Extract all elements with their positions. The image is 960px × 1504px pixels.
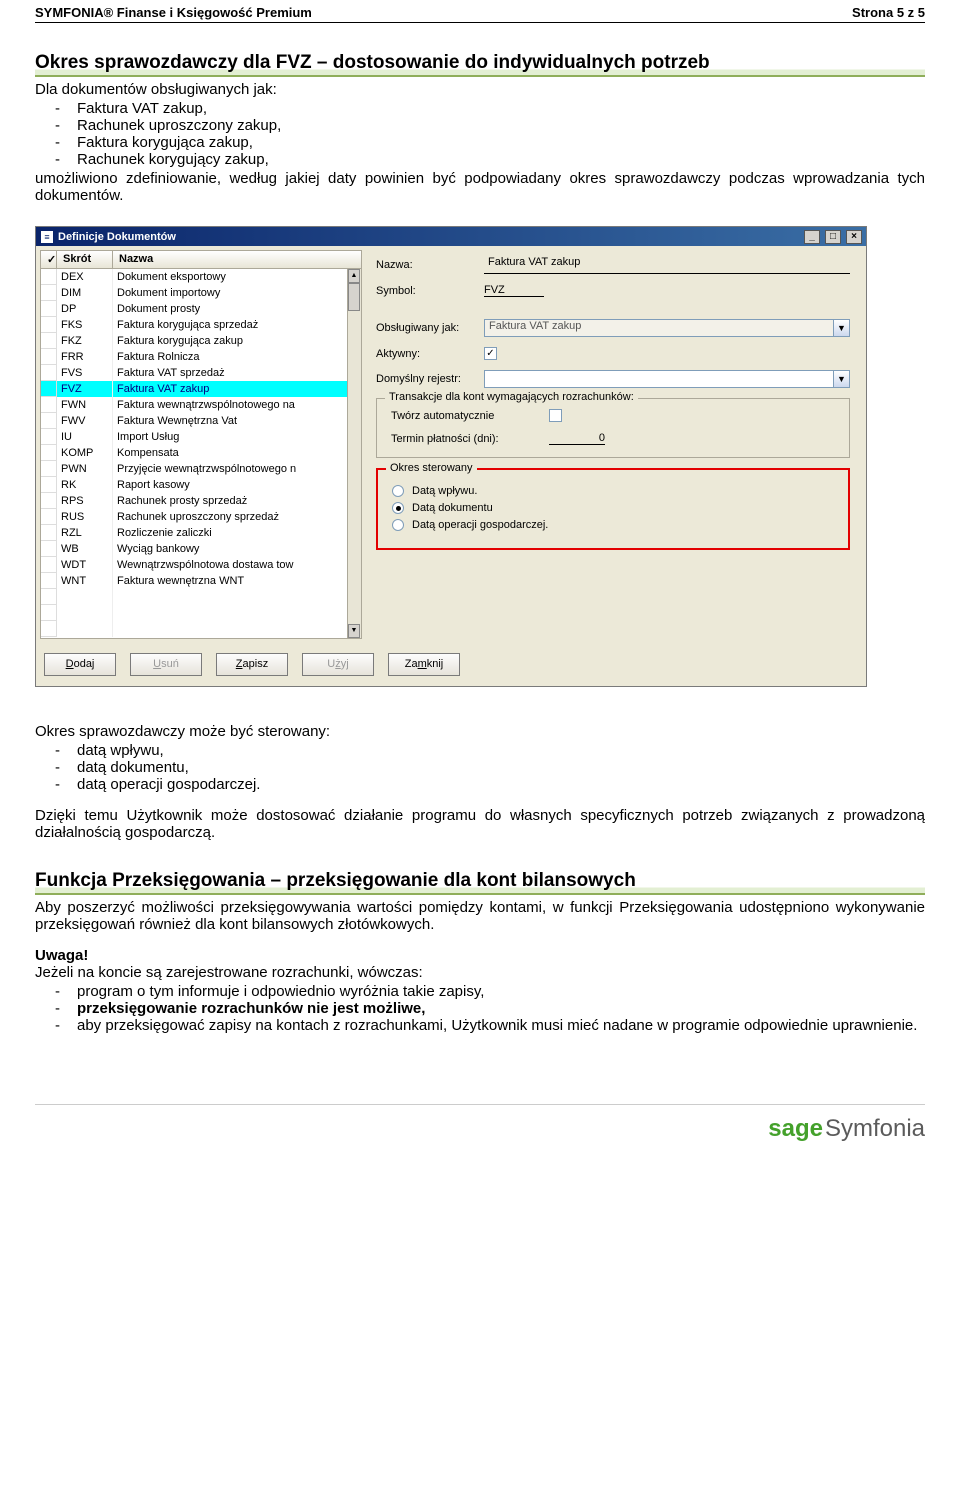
section1-after: umożliwiono zdefiniowanie, według jakiej… xyxy=(35,170,925,204)
dodaj-button[interactable]: Dodaj xyxy=(44,653,116,676)
list-item: Faktura korygująca zakup, xyxy=(77,134,925,151)
list-item: Rachunek uproszczony zakup, xyxy=(77,117,925,134)
titlebar-title: Definicje Dokumentów xyxy=(58,231,176,243)
radio-data-wplywu[interactable]: Datą wpływu. xyxy=(392,485,834,497)
table-row[interactable]: FVZFaktura VAT zakup xyxy=(41,381,361,397)
list-item: program o tym informuje i odpowiednio wy… xyxy=(77,983,925,1000)
list-item: Rachunek korygujący zakup, xyxy=(77,151,925,168)
list-item: przeksięgowanie rozrachunków nie jest mo… xyxy=(77,1000,925,1017)
table-row[interactable]: RKRaport kasowy xyxy=(41,477,361,493)
section-title-okres: Okres sprawozdawczy dla FVZ – dostosowan… xyxy=(35,51,925,77)
table-row[interactable]: RZLRozliczenie zaliczki xyxy=(41,525,361,541)
table-row[interactable]: PWNPrzyjęcie wewnątrzwspólnotowego n xyxy=(41,461,361,477)
header-product: SYMFONIA® Finanse i Księgowość Premium xyxy=(35,5,312,20)
maximize-button[interactable]: □ xyxy=(825,230,841,244)
table-row[interactable]: IUImport Usług xyxy=(41,429,361,445)
col-skrot[interactable]: Skrót xyxy=(57,251,113,268)
label-termin: Termin płatności (dni): xyxy=(391,433,541,445)
scroll-down-icon[interactable]: ▼ xyxy=(348,624,360,638)
app-icon: ≡ xyxy=(40,230,54,244)
chevron-down-icon[interactable]: ▼ xyxy=(834,319,850,337)
table-row[interactable]: DPDokument prosty xyxy=(41,301,361,317)
radio-data-dokumentu[interactable]: Datą dokumentu xyxy=(392,502,834,514)
section1b-lead: Okres sprawozdawczy może być sterowany: xyxy=(35,723,925,740)
chevron-down-icon[interactable]: ▼ xyxy=(834,370,850,388)
document-list-pane: ✓ Skrót Nazwa DEXDokument eksportowyDIMD… xyxy=(36,246,366,643)
close-button[interactable]: × xyxy=(846,230,862,244)
section-title-przeksieg: Funkcja Przeksięgowania – przeksięgowani… xyxy=(35,869,925,895)
button-row: Dodaj Usuń Zapisz Użyj Zamknij xyxy=(36,643,866,686)
label-symbol: Symbol: xyxy=(376,285,476,297)
document-list[interactable]: DEXDokument eksportowyDIMDokument import… xyxy=(40,269,362,639)
list-item: aby przeksięgować zapisy na kontach z ro… xyxy=(77,1017,925,1034)
table-row[interactable]: RPSRachunek prosty sprzedaż xyxy=(41,493,361,509)
table-row[interactable]: WDTWewnątrzwspólnotowa dostawa tow xyxy=(41,557,361,573)
zapisz-button[interactable]: Zapisz xyxy=(216,653,288,676)
scroll-thumb[interactable] xyxy=(348,283,360,311)
titlebar[interactable]: ≡ Definicje Dokumentów _ □ × xyxy=(36,227,866,246)
list-item: datą operacji gospodarczej. xyxy=(77,776,925,793)
table-row[interactable]: FVSFaktura VAT sprzedaż xyxy=(41,365,361,381)
uwaga-list: program o tym informuje i odpowiednio wy… xyxy=(35,983,925,1034)
scrollbar[interactable]: ▲ ▼ xyxy=(347,269,361,638)
uzyj-button[interactable]: Użyj xyxy=(302,653,374,676)
legend-okres: Okres sterowany xyxy=(386,462,477,474)
section1-doc-list: Faktura VAT zakup,Rachunek uproszczony z… xyxy=(35,100,925,168)
minimize-button[interactable]: _ xyxy=(804,230,820,244)
dialog-definicje-dokumentow: ≡ Definicje Dokumentów _ □ × ✓ Skrót Naz… xyxy=(35,226,867,687)
page-header: SYMFONIA® Finanse i Księgowość Premium S… xyxy=(35,0,925,23)
table-row[interactable]: FKSFaktura korygująca sprzedaż xyxy=(41,317,361,333)
sage-symfonia-logo: sage Symfonia xyxy=(768,1115,925,1143)
uwaga-label: Uwaga! xyxy=(35,947,88,964)
radio-data-operacji[interactable]: Datą operacji gospodarczej. xyxy=(392,519,834,531)
section2-para: Aby poszerzyć możliwości przeksięgowywan… xyxy=(35,899,925,933)
table-row[interactable]: WNTFaktura wewnętrzna WNT xyxy=(41,573,361,589)
fieldset-transakcje: Transakcje dla kont wymagających rozrach… xyxy=(376,398,850,458)
legend-transakcje: Transakcje dla kont wymagających rozrach… xyxy=(385,391,638,403)
table-row[interactable]: DEXDokument eksportowy xyxy=(41,269,361,285)
nazwa-input[interactable]: Faktura VAT zakup xyxy=(484,256,850,274)
termin-input[interactable]: 0 xyxy=(549,432,605,445)
list-item: datą dokumentu, xyxy=(77,759,925,776)
table-row[interactable]: FWVFaktura Wewnętrzna Vat xyxy=(41,413,361,429)
label-obslugiwany: Obsługiwany jak: xyxy=(376,322,476,334)
table-row[interactable]: FRRFaktura Rolnicza xyxy=(41,349,361,365)
label-rejestr: Domyślny rejestr: xyxy=(376,373,476,385)
table-row[interactable]: WBWyciąg bankowy xyxy=(41,541,361,557)
table-row[interactable]: KOMPKompensata xyxy=(41,445,361,461)
table-row xyxy=(41,605,361,621)
usun-button[interactable]: Usuń xyxy=(130,653,202,676)
col-nazwa[interactable]: Nazwa xyxy=(113,251,361,268)
aktywny-checkbox[interactable]: ✓ xyxy=(484,347,497,360)
fieldset-okres-sterowany: Okres sterowany Datą wpływu. Datą dokume… xyxy=(376,468,850,550)
tworz-auto-checkbox[interactable] xyxy=(549,409,562,422)
section1b-list: datą wpływu,datą dokumentu,datą operacji… xyxy=(35,742,925,793)
symbol-input[interactable]: FVZ xyxy=(484,284,544,297)
table-row[interactable]: FKZFaktura korygująca zakup xyxy=(41,333,361,349)
table-row[interactable]: RUSRachunek uproszczony sprzedaż xyxy=(41,509,361,525)
label-aktywny: Aktywny: xyxy=(376,348,476,360)
col-check-icon[interactable]: ✓ xyxy=(41,251,57,268)
table-row xyxy=(41,621,361,637)
label-tworz-auto: Twórz automatycznie xyxy=(391,410,541,422)
section1-intro: Dla dokumentów obsługiwanych jak: xyxy=(35,81,925,98)
table-row xyxy=(41,589,361,605)
zamknij-button[interactable]: Zamknij xyxy=(388,653,460,676)
page-footer: sage Symfonia xyxy=(35,1104,925,1143)
label-nazwa: Nazwa: xyxy=(376,259,476,271)
section1b-para: Dzięki temu Użytkownik może dostosować d… xyxy=(35,807,925,841)
rejestr-dropdown[interactable]: ▼ xyxy=(484,370,850,388)
rejestr-value xyxy=(484,370,834,388)
table-row[interactable]: DIMDokument importowy xyxy=(41,285,361,301)
table-row[interactable]: FWNFaktura wewnątrzwspólnotowego na xyxy=(41,397,361,413)
header-page: Strona 5 z 5 xyxy=(852,5,925,20)
list-item: Faktura VAT zakup, xyxy=(77,100,925,117)
list-item: datą wpływu, xyxy=(77,742,925,759)
obslugiwany-dropdown[interactable]: Faktura VAT zakup ▼ xyxy=(484,319,850,337)
obslugiwany-value: Faktura VAT zakup xyxy=(484,319,834,337)
uwaga-lead: Jeżeli na koncie są zarejestrowane rozra… xyxy=(35,964,925,981)
document-form-pane: Nazwa: Faktura VAT zakup Symbol: FVZ Obs… xyxy=(366,246,866,643)
scroll-up-icon[interactable]: ▲ xyxy=(348,269,360,283)
